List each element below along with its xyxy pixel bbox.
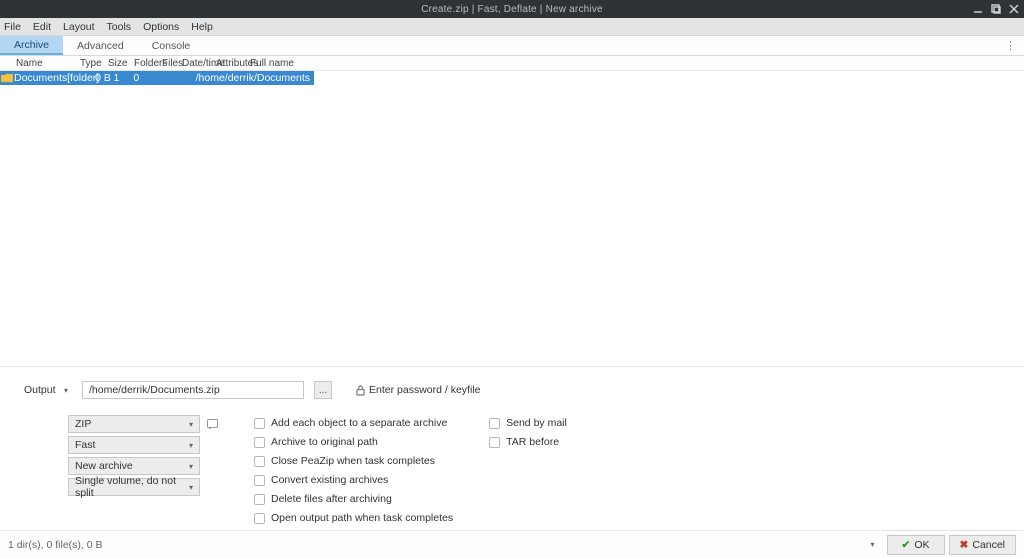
checkbox-separate-archive[interactable] (254, 418, 265, 429)
folder-icon (1, 72, 13, 84)
lock-icon (356, 385, 365, 396)
column-header: Name Type Size Folders Files Date/time A… (0, 56, 1024, 71)
x-icon: ✖ (960, 539, 969, 551)
chevron-down-icon: ▾ (189, 441, 193, 450)
menu-bar: File Edit Layout Tools Options Help (0, 18, 1024, 36)
col-files[interactable]: Files (162, 58, 182, 69)
chevron-down-icon: ▾ (189, 483, 193, 492)
ok-label: OK (914, 539, 929, 551)
col-datetime[interactable]: Date/time (182, 58, 216, 69)
col-folders[interactable]: Folders (134, 58, 162, 69)
checkbox-open-output[interactable] (254, 513, 265, 524)
file-list: Documents [folder] 0 B 1 0 /home/derrik/… (0, 71, 1024, 85)
col-size[interactable]: Size (108, 58, 134, 69)
col-attributes[interactable]: Attributes (216, 58, 250, 69)
check-icon: ✔ (902, 539, 911, 551)
compression-level-value: Fast (75, 439, 95, 451)
menu-help[interactable]: Help (191, 21, 213, 33)
cell-files: 0 (133, 72, 147, 84)
password-button[interactable]: Enter password / keyfile (356, 384, 480, 396)
col-fullname[interactable]: Full name (250, 58, 294, 69)
checkbox-tar-before[interactable] (489, 437, 500, 448)
checkbox-send-mail[interactable] (489, 418, 500, 429)
tab-strip: Archive Advanced Console ⋮ (0, 36, 1024, 56)
checkbox-label: Add each object to a separate archive (271, 417, 447, 429)
checkbox-label: Open output path when task completes (271, 512, 453, 524)
browse-button[interactable]: ... (314, 381, 332, 399)
archive-mode-select[interactable]: New archive ▾ (68, 457, 200, 475)
table-row[interactable]: Documents [folder] 0 B 1 0 /home/derrik/… (0, 71, 314, 85)
options-panel: Output ▾ ... Enter password / keyfile ZI… (0, 366, 1024, 530)
archive-type-value: ZIP (75, 418, 91, 430)
checkbox-column-2: Send by mail TAR before (489, 415, 567, 450)
tab-overflow-menu-icon[interactable]: ⋮ (997, 36, 1024, 55)
checkbox-column-1: Add each object to a separate archive Ar… (254, 415, 453, 526)
output-history-chevron-icon[interactable]: ▾ (64, 386, 72, 395)
checkbox-label: Close PeaZip when task completes (271, 455, 435, 467)
password-label: Enter password / keyfile (369, 384, 480, 396)
menu-edit[interactable]: Edit (33, 21, 51, 33)
output-path-input[interactable] (82, 381, 304, 399)
cell-folders: 1 (114, 72, 134, 84)
col-type[interactable]: Type (80, 58, 108, 69)
cell-type: [folder] (67, 72, 95, 84)
menu-layout[interactable]: Layout (63, 21, 95, 33)
tab-console[interactable]: Console (138, 36, 205, 55)
checkbox-close-peazip[interactable] (254, 456, 265, 467)
archive-mode-value: New archive (75, 460, 133, 472)
col-name[interactable]: Name (16, 58, 80, 69)
minimize-button[interactable] (972, 3, 984, 15)
window-title: Create.zip | Fast, Deflate | New archive (421, 4, 603, 15)
tab-advanced[interactable]: Advanced (63, 36, 138, 55)
cell-name: Documents (13, 72, 67, 84)
status-text: 1 dir(s), 0 file(s), 0 B (8, 539, 103, 551)
menu-tools[interactable]: Tools (107, 21, 132, 33)
cell-size: 0 B (95, 72, 113, 84)
file-list-empty-area (0, 85, 1024, 366)
checkbox-convert-existing[interactable] (254, 475, 265, 486)
checkbox-label: Convert existing archives (271, 474, 388, 486)
split-volume-select[interactable]: Single volume, do not split ▾ (68, 478, 200, 496)
checkbox-label: Send by mail (506, 417, 567, 429)
checkbox-label: Delete files after archiving (271, 493, 392, 505)
tab-archive[interactable]: Archive (0, 36, 63, 55)
format-column: ZIP ▾ Fast ▾ New archive ▾ Single volume… (68, 415, 218, 496)
action-menu-chevron-icon[interactable]: ▾ (870, 540, 874, 549)
title-bar: Create.zip | Fast, Deflate | New archive (0, 0, 1024, 18)
window-controls (972, 3, 1020, 15)
output-label: Output (24, 384, 54, 396)
menu-file[interactable]: File (4, 21, 21, 33)
split-volume-value: Single volume, do not split (75, 475, 189, 499)
format-help-icon[interactable] (206, 418, 218, 430)
cancel-label: Cancel (972, 539, 1005, 551)
archive-type-select[interactable]: ZIP ▾ (68, 415, 200, 433)
checkbox-delete-after[interactable] (254, 494, 265, 505)
ok-button[interactable]: ✔ OK (887, 535, 945, 555)
chevron-down-icon: ▾ (189, 420, 193, 429)
compression-level-select[interactable]: Fast ▾ (68, 436, 200, 454)
checkbox-label: TAR before (506, 436, 559, 448)
options-grid: ZIP ▾ Fast ▾ New archive ▾ Single volume… (24, 415, 1016, 526)
cell-fullname: /home/derrik/Documents (196, 72, 314, 84)
output-row: Output ▾ ... Enter password / keyfile (24, 381, 1016, 399)
maximize-button[interactable] (990, 3, 1002, 15)
checkbox-original-path[interactable] (254, 437, 265, 448)
close-button[interactable] (1008, 3, 1020, 15)
checkbox-label: Archive to original path (271, 436, 378, 448)
cancel-button[interactable]: ✖ Cancel (949, 535, 1017, 555)
action-bar: 1 dir(s), 0 file(s), 0 B ▾ ✔ OK ✖ Cancel (0, 530, 1024, 558)
menu-options[interactable]: Options (143, 21, 179, 33)
chevron-down-icon: ▾ (189, 462, 193, 471)
